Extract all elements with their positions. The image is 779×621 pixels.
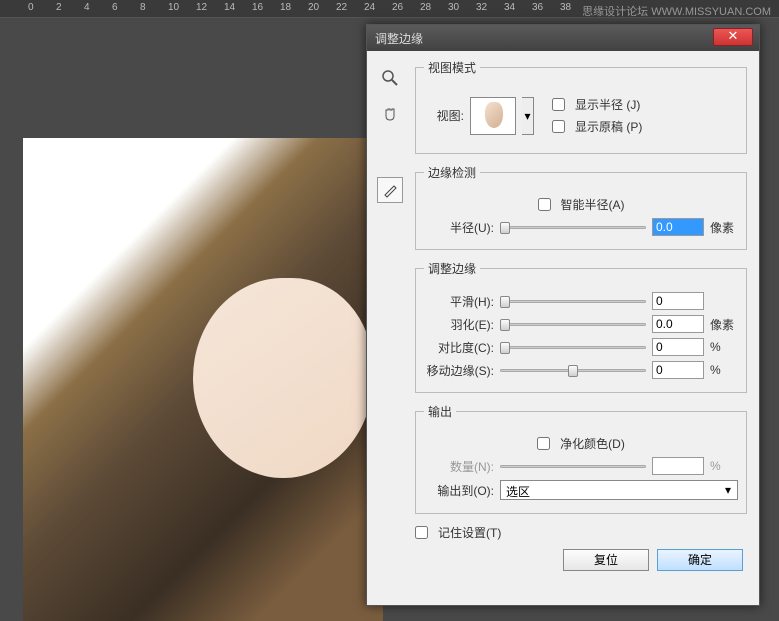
- decontaminate-checkbox[interactable]: [537, 437, 550, 450]
- shift-edge-label: 移动边缘(S):: [424, 362, 494, 379]
- adjust-edge-group: 调整边缘 平滑(H): 羽化(E): 像素 对比度(C): % 移动边缘(S):: [415, 260, 747, 393]
- shift-edge-slider[interactable]: [500, 362, 646, 378]
- amount-unit: %: [710, 459, 738, 473]
- close-button[interactable]: ✕: [713, 28, 753, 46]
- show-radius-label: 显示半径 (J): [575, 96, 640, 113]
- canvas-area[interactable]: [23, 138, 383, 621]
- amount-slider: [500, 458, 646, 474]
- feather-input[interactable]: [652, 315, 704, 333]
- output-legend: 输出: [424, 403, 456, 420]
- feather-unit: 像素: [710, 316, 738, 333]
- amount-label: 数量(N):: [424, 458, 494, 475]
- feather-slider[interactable]: [500, 316, 646, 332]
- output-to-select[interactable]: 选区: [500, 480, 738, 500]
- show-original-checkbox[interactable]: [552, 120, 565, 133]
- canvas-image: [23, 138, 383, 621]
- radius-input[interactable]: [652, 218, 704, 236]
- refine-edge-dialog: 调整边缘 ✕ 视图模式 视图: ▾ 显示半径 (J) 显示原稿 (P) 边缘检测…: [366, 24, 760, 606]
- feather-label: 羽化(E):: [424, 316, 494, 333]
- edge-detection-group: 边缘检测 智能半径(A) 半径(U): 像素: [415, 164, 747, 250]
- refine-brush-tool-icon[interactable]: [377, 177, 403, 203]
- contrast-input[interactable]: [652, 338, 704, 356]
- adjust-edge-legend: 调整边缘: [424, 260, 480, 277]
- decontaminate-label: 净化颜色(D): [560, 435, 625, 452]
- watermark-text: 思缘设计论坛 WWW.MISSYUAN.COM: [582, 3, 771, 19]
- shift-edge-input[interactable]: [652, 361, 704, 379]
- show-original-label: 显示原稿 (P): [575, 118, 642, 135]
- contrast-unit: %: [710, 340, 738, 354]
- smooth-label: 平滑(H):: [424, 293, 494, 310]
- contrast-slider[interactable]: [500, 339, 646, 355]
- radius-unit: 像素: [710, 219, 738, 236]
- dialog-titlebar[interactable]: 调整边缘 ✕: [367, 25, 759, 51]
- remember-settings-label: 记住设置(T): [438, 524, 501, 541]
- contrast-label: 对比度(C):: [424, 339, 494, 356]
- smooth-input[interactable]: [652, 292, 704, 310]
- radius-label: 半径(U):: [424, 219, 494, 236]
- output-to-label: 输出到(O):: [424, 482, 494, 499]
- output-group: 输出 净化颜色(D) 数量(N): % 输出到(O): 选区: [415, 403, 747, 514]
- amount-input: [652, 457, 704, 475]
- reset-button[interactable]: 复位: [563, 549, 649, 571]
- zoom-tool-icon[interactable]: [377, 65, 403, 91]
- dialog-title-text: 调整边缘: [375, 32, 423, 46]
- view-thumbnail[interactable]: [470, 97, 516, 135]
- remember-settings-checkbox[interactable]: [415, 526, 428, 539]
- ok-button[interactable]: 确定: [657, 549, 743, 571]
- edge-detection-legend: 边缘检测: [424, 164, 480, 181]
- shift-edge-unit: %: [710, 363, 738, 377]
- show-radius-checkbox[interactable]: [552, 98, 565, 111]
- view-label: 视图:: [424, 107, 464, 124]
- view-mode-legend: 视图模式: [424, 59, 480, 76]
- view-dropdown-icon[interactable]: ▾: [522, 97, 534, 135]
- view-mode-group: 视图模式 视图: ▾ 显示半径 (J) 显示原稿 (P): [415, 59, 747, 154]
- smooth-slider[interactable]: [500, 293, 646, 309]
- radius-slider[interactable]: [500, 219, 646, 235]
- smart-radius-checkbox[interactable]: [538, 198, 551, 211]
- smart-radius-label: 智能半径(A): [561, 196, 625, 213]
- hand-tool-icon[interactable]: [377, 101, 403, 127]
